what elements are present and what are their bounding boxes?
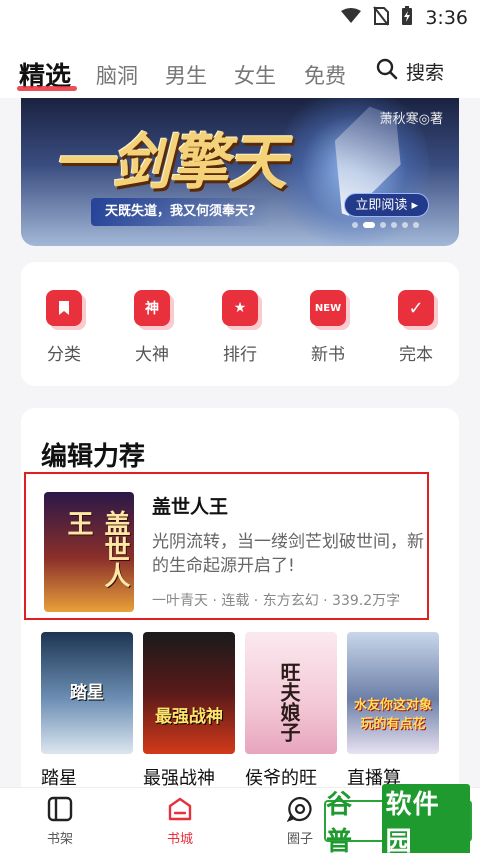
tab-male[interactable]: 男生 [165, 60, 207, 90]
bookstore-icon [167, 796, 193, 822]
section-title: 编辑力荐 [41, 442, 146, 472]
entry-category[interactable]: 分类 [34, 290, 94, 365]
entry-completed[interactable]: ✓ 完本 [386, 290, 446, 365]
entry-label: 分类 [47, 345, 81, 365]
site-watermark: 谷普 软件园 [324, 784, 472, 853]
carousel-dot [402, 222, 408, 228]
status-bar: 3:36 [0, 0, 480, 34]
watermark-text-left: 谷普 [326, 790, 354, 853]
search-label: 搜索 [405, 62, 444, 84]
entry-new-books[interactable]: NEW 新书 [298, 290, 358, 365]
new-badge-icon: NEW [310, 290, 346, 326]
cover-title: 最强战神 [155, 707, 223, 727]
entry-master[interactable]: 神 大神 [122, 290, 182, 365]
banner-slogan: 天既失道，我又何须奉天? [91, 198, 270, 226]
featured-book-meta: 一叶青天 · 连载 · 东方玄幻 · 339.2万字 [152, 593, 401, 609]
nav-bookshelf[interactable]: 书架 [30, 796, 90, 847]
entry-label: 完本 [399, 345, 433, 365]
read-now-label: 立即阅读 [355, 198, 408, 213]
book-card[interactable]: 踏星 踏星 [41, 632, 133, 790]
tab-free[interactable]: 免费 [304, 60, 346, 90]
featured-book-title: 盖世人王 [152, 496, 229, 518]
checkmark-icon: ✓ [398, 290, 434, 326]
top-nav: 精选 脑洞 男生 女生 免费 搜索 [0, 34, 480, 98]
cover-title: 水友你这对象玩的有点花 [353, 698, 432, 732]
search-icon [376, 58, 398, 85]
nav-bookstore[interactable]: 书城 [150, 796, 210, 847]
carousel-dot [352, 222, 358, 228]
entry-label: 新书 [311, 345, 345, 365]
bookshelf-icon [47, 796, 73, 822]
watermark-text-right: 软件园 [381, 784, 470, 853]
cover-title: 踏星 [70, 683, 104, 703]
crown-icon: 神 [134, 290, 170, 326]
banner-author: 萧秋寒◎著 [379, 112, 443, 127]
bookmark-icon [46, 290, 82, 326]
carousel-dot [380, 222, 386, 228]
book-cover: 水友你这对象玩的有点花 [347, 632, 439, 754]
tab-female[interactable]: 女生 [234, 60, 276, 90]
book-card[interactable]: 最强战神 最强战神 [143, 632, 235, 790]
no-sim-icon [373, 6, 390, 30]
clock-time: 3:36 [425, 7, 468, 29]
book-grid: 踏星 踏星 最强战神 最强战神 旺夫娘子 侯爷的旺 水友你这对象玩的有点花 直播… [41, 632, 439, 790]
read-now-button[interactable]: 立即阅读 ▸ [344, 193, 429, 217]
book-cover: 踏星 [41, 632, 133, 754]
battery-charging-icon [401, 6, 413, 30]
search-button[interactable]: 搜索 [376, 58, 444, 85]
trophy-icon: ★ [222, 290, 258, 326]
promo-banner[interactable]: 一剑擎天 萧秋寒◎著 天既失道，我又何须奉天? 立即阅读 ▸ [21, 98, 459, 246]
book-card[interactable]: 旺夫娘子 侯爷的旺 [245, 632, 337, 790]
entry-label: 大神 [135, 345, 169, 365]
featured-book-cover: 盖世人王 [44, 492, 134, 612]
carousel-dot [413, 222, 419, 228]
editor-picks-section: 编辑力荐 盖世人王 盖世人王 光阴流转，当一缕剑芒划破世间，新的生命起源开启了!… [21, 408, 459, 790]
nav-label: 书架 [46, 832, 73, 847]
status-icons: 3:36 [341, 6, 468, 30]
nav-label: 书城 [166, 832, 193, 847]
book-card[interactable]: 水友你这对象玩的有点花 直播算 [347, 632, 439, 790]
active-tab-indicator [17, 86, 77, 91]
carousel-dot-active [363, 222, 375, 228]
tab-brain-hole[interactable]: 脑洞 [96, 60, 138, 90]
book-cover: 最强战神 [143, 632, 235, 754]
carousel-dots [352, 222, 419, 228]
cover-title: 旺夫娘子 [277, 662, 301, 742]
entry-label: 排行 [223, 345, 257, 365]
wifi-icon [341, 8, 362, 28]
carousel-dot [391, 222, 397, 228]
book-cover: 旺夫娘子 [245, 632, 337, 754]
circle-chat-icon [286, 796, 313, 823]
nav-label: 圈子 [286, 832, 313, 847]
quick-entry-panel: 分类 神 大神 ★ 排行 NEW 新书 ✓ 完本 [21, 262, 459, 386]
banner-title: 一剑擎天 [53, 128, 287, 198]
cover-title: 盖世人王 [63, 510, 130, 588]
entry-ranking[interactable]: ★ 排行 [210, 290, 270, 365]
nav-circle[interactable]: 圈子 [270, 796, 330, 847]
featured-book-description: 光阴流转，当一缕剑芒划破世间，新的生命起源开启了! [152, 532, 424, 576]
featured-book-card[interactable]: 盖世人王 盖世人王 光阴流转，当一缕剑芒划破世间，新的生命起源开启了! 一叶青天… [24, 472, 429, 620]
